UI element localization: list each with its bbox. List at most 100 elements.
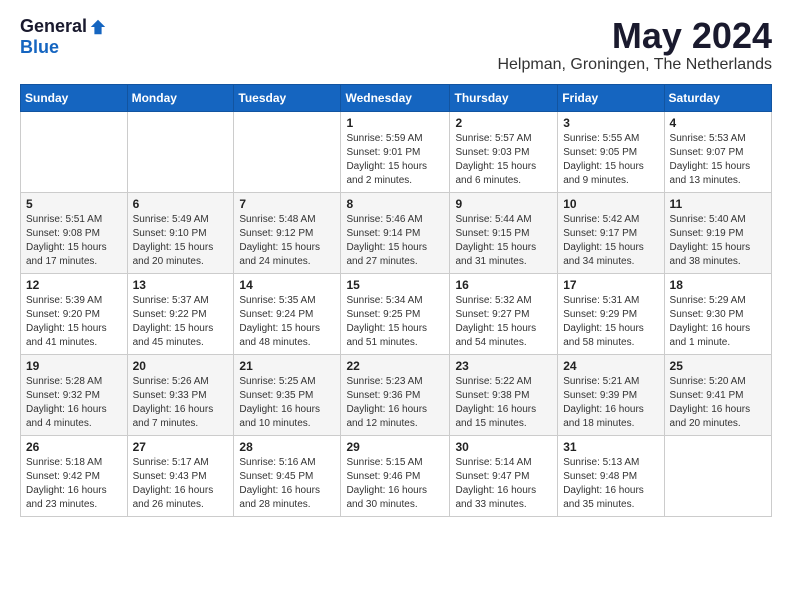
day-info: Sunrise: 5:13 AM Sunset: 9:48 PM Dayligh…: [563, 456, 658, 512]
header: General Blue May 2024 Helpman, Groningen…: [20, 16, 772, 74]
calendar-cell: 17Sunrise: 5:31 AM Sunset: 9:29 PM Dayli…: [558, 273, 664, 354]
day-info: Sunrise: 5:37 AM Sunset: 9:22 PM Dayligh…: [133, 294, 229, 350]
day-info: Sunrise: 5:39 AM Sunset: 9:20 PM Dayligh…: [26, 294, 122, 350]
calendar-cell: 15 Sunrise: 5:34 AM Sunset: 9:25 PM Dayli…: [341, 273, 450, 354]
day-number: 7: [239, 197, 335, 211]
calendar-cell: 11Sunrise: 5:40 AM Sunset: 9:19 PM Dayli…: [664, 192, 771, 273]
calendar-cell: 30 Sunrise: 5:14 AM Sunset: 9:47 PM Dayli…: [450, 435, 558, 516]
calendar-cell: 7 Sunrise: 5:48 AM Sunset: 9:12 PM Daylig…: [234, 192, 341, 273]
calendar-cell: 23 Sunrise: 5:22 AM Sunset: 9:38 PM Dayli…: [450, 354, 558, 435]
calendar-week-5: 26 Sunrise: 5:18 AM Sunset: 9:42 PM Dayli…: [21, 435, 772, 516]
calendar-cell: 9Sunrise: 5:44 AM Sunset: 9:15 PM Daylig…: [450, 192, 558, 273]
day-info: Sunrise: 5:53 AM Sunset: 9:07 PM Dayligh…: [670, 132, 766, 188]
day-number: 19: [26, 359, 122, 373]
calendar-week-1: 1 Sunrise: 5:59 AM Sunset: 9:01 PM Daylig…: [21, 111, 772, 192]
day-info: Sunrise: 5:35 AM Sunset: 9:24 PM Dayligh…: [239, 294, 335, 350]
calendar-cell: 8 Sunrise: 5:46 AM Sunset: 9:14 PM Daylig…: [341, 192, 450, 273]
calendar-cell: 20Sunrise: 5:26 AM Sunset: 9:33 PM Dayli…: [127, 354, 234, 435]
calendar-cell: [234, 111, 341, 192]
day-info: Sunrise: 5:59 AM Sunset: 9:01 PM Dayligh…: [346, 132, 444, 188]
calendar-cell: [21, 111, 128, 192]
month-title: May 2024: [497, 16, 772, 56]
day-info: Sunrise: 5:29 AM Sunset: 9:30 PM Dayligh…: [670, 294, 766, 350]
day-number: 30: [455, 440, 552, 454]
day-info: Sunrise: 5:14 AM Sunset: 9:47 PM Dayligh…: [455, 456, 552, 512]
calendar-header-saturday: Saturday: [664, 84, 771, 111]
calendar-header-sunday: Sunday: [21, 84, 128, 111]
calendar-cell: 16Sunrise: 5:32 AM Sunset: 9:27 PM Dayli…: [450, 273, 558, 354]
day-info: Sunrise: 5:44 AM Sunset: 9:15 PM Dayligh…: [455, 213, 552, 269]
day-info: Sunrise: 5:21 AM Sunset: 9:39 PM Dayligh…: [563, 375, 658, 431]
day-number: 5: [26, 197, 122, 211]
calendar-cell: 31 Sunrise: 5:13 AM Sunset: 9:48 PM Dayli…: [558, 435, 664, 516]
day-number: 1: [346, 116, 444, 130]
calendar-cell: 3 Sunrise: 5:55 AM Sunset: 9:05 PM Daylig…: [558, 111, 664, 192]
calendar-cell: [664, 435, 771, 516]
day-number: 18: [670, 278, 766, 292]
calendar-cell: 12 Sunrise: 5:39 AM Sunset: 9:20 PM Dayli…: [21, 273, 128, 354]
calendar-cell: 26 Sunrise: 5:18 AM Sunset: 9:42 PM Dayli…: [21, 435, 128, 516]
calendar-table: SundayMondayTuesdayWednesdayThursdayFrid…: [20, 84, 772, 517]
day-number: 29: [346, 440, 444, 454]
calendar-header-wednesday: Wednesday: [341, 84, 450, 111]
calendar-header-thursday: Thursday: [450, 84, 558, 111]
calendar-week-2: 5Sunrise: 5:51 AM Sunset: 9:08 PM Daylig…: [21, 192, 772, 273]
calendar-cell: 6 Sunrise: 5:49 AM Sunset: 9:10 PM Daylig…: [127, 192, 234, 273]
day-number: 28: [239, 440, 335, 454]
day-info: Sunrise: 5:23 AM Sunset: 9:36 PM Dayligh…: [346, 375, 444, 431]
day-info: Sunrise: 5:28 AM Sunset: 9:32 PM Dayligh…: [26, 375, 122, 431]
calendar-header-row: SundayMondayTuesdayWednesdayThursdayFrid…: [21, 84, 772, 111]
calendar-cell: 21 Sunrise: 5:25 AM Sunset: 9:35 PM Dayli…: [234, 354, 341, 435]
calendar-cell: 4 Sunrise: 5:53 AM Sunset: 9:07 PM Daylig…: [664, 111, 771, 192]
day-number: 15: [346, 278, 444, 292]
day-info: Sunrise: 5:49 AM Sunset: 9:10 PM Dayligh…: [133, 213, 229, 269]
day-info: Sunrise: 5:57 AM Sunset: 9:03 PM Dayligh…: [455, 132, 552, 188]
calendar-cell: 18 Sunrise: 5:29 AM Sunset: 9:30 PM Dayli…: [664, 273, 771, 354]
day-number: 25: [670, 359, 766, 373]
page: General Blue May 2024 Helpman, Groningen…: [0, 0, 792, 527]
day-info: Sunrise: 5:22 AM Sunset: 9:38 PM Dayligh…: [455, 375, 552, 431]
day-number: 3: [563, 116, 658, 130]
day-number: 6: [133, 197, 229, 211]
day-info: Sunrise: 5:42 AM Sunset: 9:17 PM Dayligh…: [563, 213, 658, 269]
logo-icon: [89, 18, 107, 36]
day-number: 12: [26, 278, 122, 292]
calendar-cell: 5Sunrise: 5:51 AM Sunset: 9:08 PM Daylig…: [21, 192, 128, 273]
location: Helpman, Groningen, The Netherlands: [497, 56, 772, 74]
calendar-cell: 10Sunrise: 5:42 AM Sunset: 9:17 PM Dayli…: [558, 192, 664, 273]
calendar-cell: 22Sunrise: 5:23 AM Sunset: 9:36 PM Dayli…: [341, 354, 450, 435]
day-number: 31: [563, 440, 658, 454]
day-info: Sunrise: 5:48 AM Sunset: 9:12 PM Dayligh…: [239, 213, 335, 269]
day-info: Sunrise: 5:25 AM Sunset: 9:35 PM Dayligh…: [239, 375, 335, 431]
calendar-cell: 24Sunrise: 5:21 AM Sunset: 9:39 PM Dayli…: [558, 354, 664, 435]
logo-blue-text: Blue: [20, 37, 59, 58]
calendar-cell: 2Sunrise: 5:57 AM Sunset: 9:03 PM Daylig…: [450, 111, 558, 192]
day-info: Sunrise: 5:40 AM Sunset: 9:19 PM Dayligh…: [670, 213, 766, 269]
calendar-header-friday: Friday: [558, 84, 664, 111]
day-number: 13: [133, 278, 229, 292]
calendar-header-monday: Monday: [127, 84, 234, 111]
day-number: 21: [239, 359, 335, 373]
calendar-cell: 19 Sunrise: 5:28 AM Sunset: 9:32 PM Dayli…: [21, 354, 128, 435]
day-number: 26: [26, 440, 122, 454]
day-number: 4: [670, 116, 766, 130]
day-info: Sunrise: 5:55 AM Sunset: 9:05 PM Dayligh…: [563, 132, 658, 188]
calendar-cell: 1 Sunrise: 5:59 AM Sunset: 9:01 PM Daylig…: [341, 111, 450, 192]
calendar-week-3: 12 Sunrise: 5:39 AM Sunset: 9:20 PM Dayli…: [21, 273, 772, 354]
calendar-cell: 14Sunrise: 5:35 AM Sunset: 9:24 PM Dayli…: [234, 273, 341, 354]
day-number: 8: [346, 197, 444, 211]
calendar-week-4: 19 Sunrise: 5:28 AM Sunset: 9:32 PM Dayli…: [21, 354, 772, 435]
day-info: Sunrise: 5:16 AM Sunset: 9:45 PM Dayligh…: [239, 456, 335, 512]
title-section: May 2024 Helpman, Groningen, The Netherl…: [497, 16, 772, 74]
calendar-cell: 13 Sunrise: 5:37 AM Sunset: 9:22 PM Dayli…: [127, 273, 234, 354]
day-number: 23: [455, 359, 552, 373]
calendar-cell: 25Sunrise: 5:20 AM Sunset: 9:41 PM Dayli…: [664, 354, 771, 435]
day-info: Sunrise: 5:17 AM Sunset: 9:43 PM Dayligh…: [133, 456, 229, 512]
day-info: Sunrise: 5:18 AM Sunset: 9:42 PM Dayligh…: [26, 456, 122, 512]
logo-general-text: General: [20, 16, 87, 37]
day-info: Sunrise: 5:46 AM Sunset: 9:14 PM Dayligh…: [346, 213, 444, 269]
calendar-cell: 27Sunrise: 5:17 AM Sunset: 9:43 PM Dayli…: [127, 435, 234, 516]
calendar-cell: 29Sunrise: 5:15 AM Sunset: 9:46 PM Dayli…: [341, 435, 450, 516]
day-info: Sunrise: 5:34 AM Sunset: 9:25 PM Dayligh…: [346, 294, 444, 350]
day-info: Sunrise: 5:32 AM Sunset: 9:27 PM Dayligh…: [455, 294, 552, 350]
